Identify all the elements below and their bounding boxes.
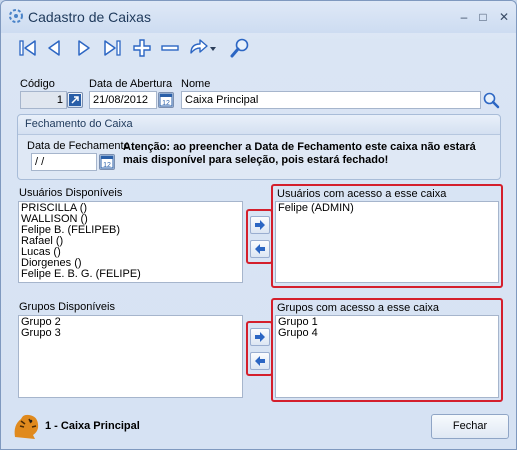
first-record-button[interactable] [17,37,39,59]
close-window-button[interactable]: ✕ [497,11,511,23]
previous-record-button[interactable] [43,37,65,59]
window-title: Cadastro de Caixas [28,9,151,25]
remove-usuario-button[interactable] [250,240,270,258]
last-icon [104,40,121,56]
data-fechamento-field[interactable]: / / [31,153,97,171]
data-abertura-field[interactable]: 21/08/2012 [89,91,157,109]
link-arrow-icon [69,94,81,106]
minimize-button[interactable]: – [457,11,471,23]
remove-record-button[interactable] [159,37,181,59]
search-button[interactable] [229,37,251,59]
usuarios-disponiveis-list[interactable]: PRISCILLA () WALLISON () Felipe B. (FELI… [18,201,243,283]
remove-icon [161,45,179,51]
maximize-button[interactable]: □ [476,11,490,23]
list-item[interactable]: Felipe (ADMIN) [278,203,496,214]
previous-icon [48,40,60,56]
nome-search-button[interactable] [482,91,500,109]
data-abertura-calendar-button[interactable]: 12 [158,92,174,108]
grupos-disponiveis-list[interactable]: Grupo 2 Grupo 3 [18,315,243,398]
refresh-icon [190,39,216,54]
usuarios-acesso-label: Usuários com acesso a esse caixa [277,188,447,200]
last-record-button[interactable] [101,37,123,59]
usuarios-acesso-list[interactable]: Felipe (ADMIN) [275,201,499,283]
add-grupo-button[interactable] [250,328,270,346]
fechamento-group-title: Fechamento do Caixa [18,115,500,135]
app-icon [8,8,24,24]
first-icon [19,40,36,56]
status-caixa-label: 1 - Caixa Principal [45,420,140,432]
grupos-acesso-list[interactable]: Grupo 1 Grupo 4 [275,315,499,398]
add-record-button[interactable] [131,37,153,59]
calendar-icon: 12 [100,155,114,169]
add-usuario-button[interactable] [250,216,270,234]
next-icon [78,40,90,56]
grupos-disponiveis-label: Grupos Disponíveis [19,301,115,313]
usuarios-disponiveis-label: Usuários Disponíveis [19,187,123,199]
arrow-left-icon [255,244,265,254]
fechar-button[interactable]: Fechar [431,414,509,439]
arrow-left-icon [255,356,265,366]
codigo-lookup-button[interactable] [67,92,83,108]
remove-grupo-button[interactable] [250,352,270,370]
nome-label: Nome [181,78,211,90]
list-item[interactable]: Grupo 3 [21,328,240,339]
add-icon [133,39,151,57]
search-icon [230,38,249,58]
grupos-acesso-label: Grupos com acesso a esse caixa [277,302,440,314]
data-fechamento-label: Data de Fechamento [27,140,130,152]
data-abertura-label: Data de Abertura [89,78,173,90]
refresh-dropdown-button[interactable] [187,37,217,59]
nome-field[interactable]: Caixa Principal [181,91,481,109]
data-fechamento-calendar-button[interactable]: 12 [99,154,115,170]
codigo-label: Código [20,78,55,90]
title-bar: Cadastro de Caixas – □ ✕ [1,1,516,33]
svg-text:12: 12 [103,162,111,169]
next-record-button[interactable] [73,37,95,59]
arrow-right-icon [255,332,265,342]
tiger-logo-icon [11,411,41,441]
calendar-icon: 12 [159,93,173,107]
codigo-field[interactable]: 1 [20,91,67,109]
cadastro-caixas-window: Cadastro de Caixas – □ ✕ Código 1 Data d… [0,0,517,450]
list-item[interactable]: Grupo 4 [278,328,496,339]
svg-text:12: 12 [162,100,170,107]
search-icon [483,92,500,109]
arrow-right-icon [255,220,265,230]
list-item[interactable]: Felipe E. B. G. (FELIPE) [21,269,240,280]
fechamento-group: Fechamento do Caixa Data de Fechamento /… [17,114,501,180]
fechamento-warning: Atenção: ao preencher a Data de Fechamen… [123,141,476,166]
